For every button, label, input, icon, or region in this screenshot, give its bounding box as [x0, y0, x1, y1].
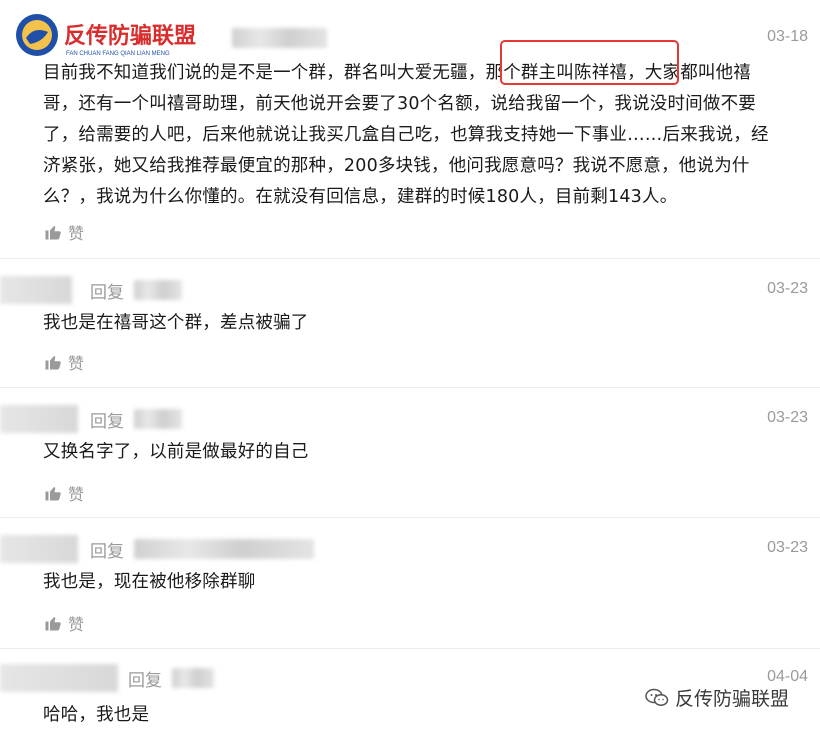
like-label: 赞	[68, 354, 85, 373]
like-button[interactable]: 赞	[44, 220, 84, 244]
comment-item: 回复 03-23 我也是在禧哥这个群，差点被骗了 赞	[0, 258, 820, 388]
reply-label[interactable]: 回复	[90, 278, 124, 303]
reply-label[interactable]: 回复	[90, 407, 124, 432]
comment-item: 回复 03-23 又换名字了，以前是做最好的自己 赞	[0, 387, 820, 518]
thumbs-up-icon	[45, 356, 61, 370]
comment-date: 03-23	[767, 409, 808, 426]
comment-text: 目前我不知道我们说的是不是一个群，群名叫大爱无疆，那个群主叫陈祥禧，大家都叫他禧…	[43, 63, 769, 207]
comment-date: 03-18	[767, 28, 808, 45]
like-label: 赞	[68, 615, 85, 634]
comment-date: 03-23	[767, 280, 808, 297]
like-label: 赞	[68, 224, 85, 243]
reply-label[interactable]: 回复	[128, 666, 162, 691]
comment-item: 回复 03-23 我也是，现在被他移除群聊 赞	[0, 517, 820, 649]
watermark-text: 反传防骗联盟	[675, 688, 790, 710]
comment-text: 我也是，现在被他移除群聊	[43, 572, 256, 592]
like-button[interactable]: 赞	[44, 350, 84, 374]
like-label: 赞	[68, 485, 85, 504]
like-button[interactable]: 赞	[44, 481, 84, 505]
thumbs-up-icon	[45, 617, 61, 631]
reply-label[interactable]: 回复	[90, 537, 124, 562]
comment-text: 哈哈，我也是	[43, 705, 150, 725]
comment-date: 03-23	[767, 539, 808, 556]
svg-text:反传防骗联盟: 反传防骗联盟	[64, 23, 196, 49]
comment-text: 我也是在禧哥这个群，差点被骗了	[43, 313, 309, 333]
thumbs-up-icon	[45, 487, 61, 501]
wechat-icon	[645, 688, 669, 706]
highlight-box	[500, 40, 679, 85]
comment-item: 反传防骗联盟 FAN CHUAN FANG QIAN LIAN MENG 03-…	[0, 0, 820, 259]
svg-text:FAN CHUAN FANG QIAN LIAN MENG: FAN CHUAN FANG QIAN LIAN MENG	[66, 51, 170, 57]
anti-fraud-logo: 反传防骗联盟 FAN CHUAN FANG QIAN LIAN MENG	[14, 12, 219, 58]
comment-text: 又换名字了，以前是做最好的自己	[43, 442, 309, 462]
thumbs-up-icon	[45, 226, 61, 240]
like-button[interactable]: 赞	[44, 611, 84, 635]
watermark: 反传防骗联盟	[645, 684, 789, 711]
